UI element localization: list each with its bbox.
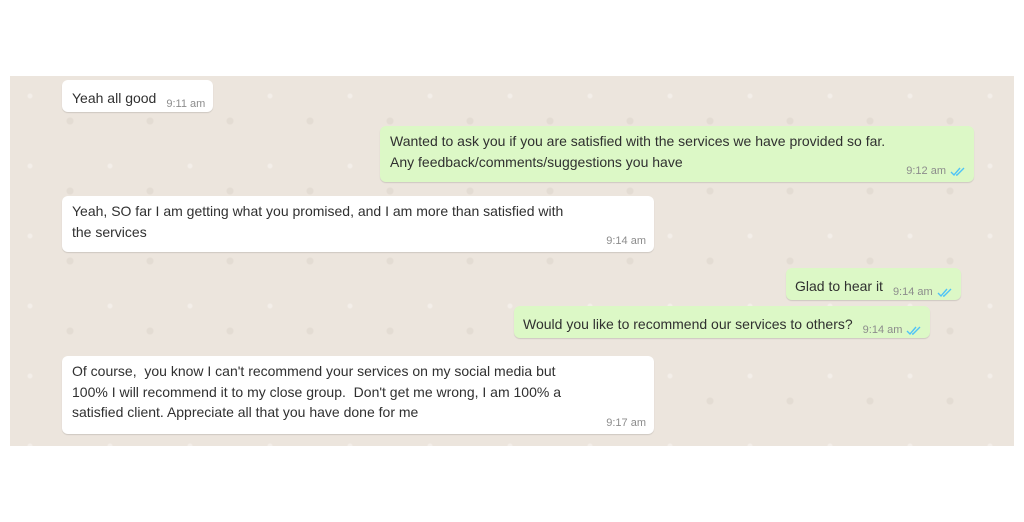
message-meta: 9:14 am (606, 235, 646, 247)
incoming-message: Yeah all good 9:11 am (62, 80, 214, 112)
outgoing-message: Wanted to ask you if you are satisfied w… (380, 126, 974, 182)
chat-area: Yeah all good 9:11 am Wanted to ask you … (10, 76, 1014, 446)
outgoing-message: Glad to hear it 9:14 am (786, 268, 961, 300)
message-text: Of course, you know I can't recommend yo… (72, 363, 562, 420)
message-text: Yeah all good (72, 89, 157, 106)
message-text: Wanted to ask you if you are satisfied w… (390, 133, 886, 170)
message-time: 9:11 am (166, 98, 206, 110)
message-text: Yeah, SO far I am getting what you promi… (72, 203, 564, 240)
message-time: 9:14 am (606, 235, 646, 247)
message-meta: 9:11 am (166, 98, 205, 110)
incoming-message: Yeah, SO far I am getting what you promi… (62, 196, 654, 252)
incoming-message: Of course, you know I can't recommend yo… (62, 356, 654, 434)
outgoing-message: Would you like to recommend our services… (514, 306, 931, 338)
message-meta: 9:17 am (606, 417, 646, 429)
message-text: Glad to hear it (795, 277, 883, 294)
message-meta: 9:14 am (863, 324, 923, 336)
message-time: 9:12 am (906, 165, 946, 177)
message-time: 9:14 am (892, 286, 933, 298)
double-check-icon (937, 288, 952, 297)
message-text: Would you like to recommend our services… (523, 315, 853, 332)
double-check-icon (906, 326, 921, 335)
message-meta: 9:14 am (893, 286, 953, 298)
message-time: 9:14 am (862, 324, 903, 336)
double-check-icon (950, 167, 965, 176)
message-time: 9:17 am (606, 417, 646, 429)
message-meta: 9:12 am (906, 165, 966, 177)
